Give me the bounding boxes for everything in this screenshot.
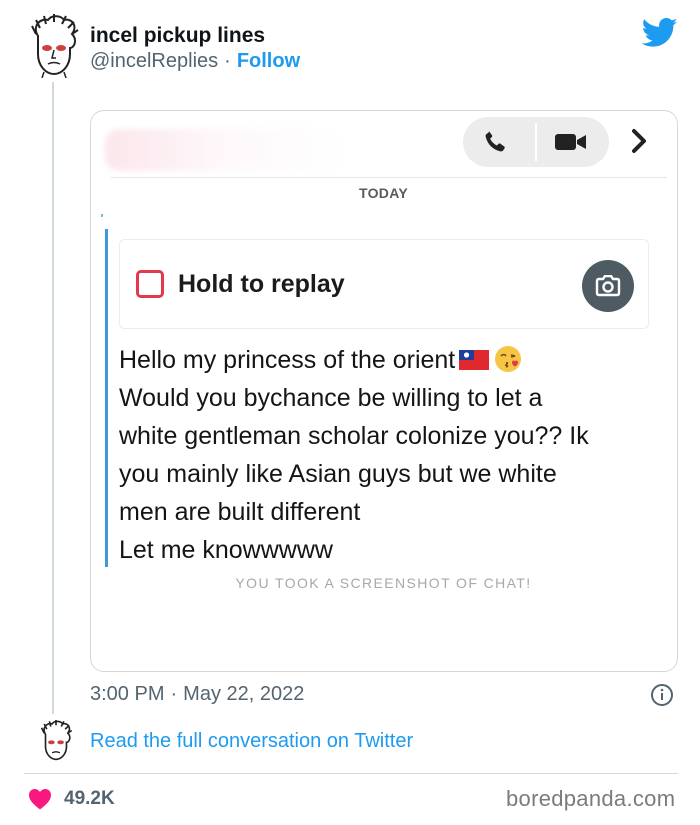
tweet-timestamp[interactable]: 3:00 PM · May 22, 2022 — [90, 683, 304, 706]
video-camera-icon[interactable] — [555, 132, 587, 152]
snap-replay-box[interactable]: Hold to replay — [119, 239, 649, 329]
message-line: you mainly like Asian guys but we white — [119, 460, 557, 488]
chevron-right-icon[interactable] — [629, 127, 649, 155]
message-line: Would you bychance be willing to let a — [119, 384, 543, 412]
camera-button[interactable] — [582, 260, 634, 312]
info-icon[interactable] — [650, 683, 674, 707]
like-count: 49.2K — [64, 788, 115, 809]
replay-checkbox[interactable] — [136, 270, 164, 298]
message-line-text: Hello my princess of the orient — [119, 346, 456, 374]
screenshot-notice: YOU TOOK A SCREENSHOT OF CHAT! — [235, 575, 532, 591]
face-blowing-kiss-icon — [495, 346, 522, 372]
handle-separator: · — [224, 50, 231, 72]
media-card[interactable]: TODAY Hold to replay Hello my princess o… — [90, 110, 678, 672]
follow-button[interactable]: Follow — [237, 50, 300, 72]
read-conversation-link[interactable]: Read the full conversation on Twitter — [90, 730, 413, 753]
message-accent-bar — [105, 229, 108, 567]
message-line: Let me knowwwww — [119, 536, 333, 564]
message-body: Hello my princess of the orient Would yo… — [119, 341, 649, 569]
message-line: white gentleman scholar colonize you?? I… — [119, 422, 589, 450]
twitter-bird-icon[interactable] — [642, 18, 678, 48]
snap-header — [91, 111, 677, 181]
thread-marker — [101, 214, 103, 217]
thread-line — [52, 82, 54, 714]
taiwan-flag-icon — [459, 350, 490, 370]
heart-icon[interactable] — [28, 788, 52, 810]
redacted-contact-name — [105, 129, 345, 171]
footer-divider — [24, 773, 678, 774]
phone-icon[interactable] — [482, 129, 508, 155]
message-line: Hello my princess of the orient — [119, 341, 649, 379]
camera-icon — [595, 275, 621, 297]
tweet-time: 3:00 PM — [90, 683, 165, 705]
author-handle-row: @incelReplies · Follow — [90, 50, 300, 73]
watermark: boredpanda.com — [506, 786, 676, 811]
day-label: TODAY — [359, 185, 408, 201]
hold-to-replay-label: Hold to replay — [178, 270, 345, 298]
author-handle[interactable]: @incelReplies — [90, 50, 218, 72]
author-name[interactable]: incel pickup lines — [90, 24, 265, 48]
message-line: men are built different — [119, 498, 361, 526]
author-avatar[interactable] — [26, 14, 82, 78]
tweet-date: May 22, 2022 — [183, 683, 305, 705]
header-divider — [111, 177, 667, 178]
reply-avatar[interactable] — [36, 720, 76, 762]
date-separator: · — [170, 683, 178, 705]
call-divider — [535, 123, 537, 161]
